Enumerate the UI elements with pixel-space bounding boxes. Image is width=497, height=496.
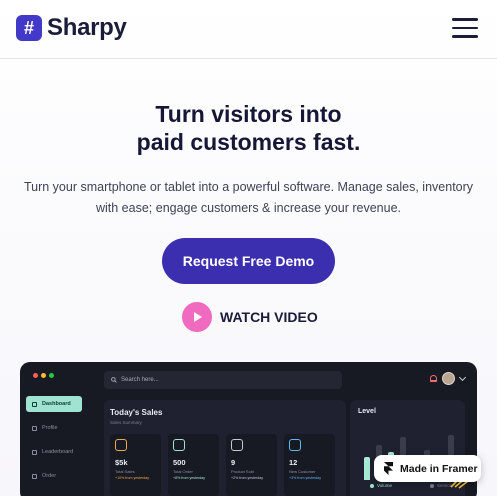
level-legend: Volume Service [370, 483, 452, 488]
sales-card: 9 Product Sold +2% from yesterday [226, 434, 277, 496]
hero-title: Turn visitors into paid customers fast. [136, 101, 361, 155]
sales-card-change: +10% from yesterday [115, 476, 150, 480]
sales-card-icon [173, 439, 185, 451]
hero-subtitle: Turn your smartphone or tablet into a po… [23, 180, 474, 215]
sales-card-value: 12 [289, 458, 298, 467]
sales-card-icon [289, 439, 301, 451]
framer-logo-icon [384, 462, 393, 475]
sidebar-item-dashboard: Dashboard [26, 396, 82, 412]
search-icon [111, 377, 117, 383]
watch-video-button[interactable]: WATCH VIDEO [182, 302, 318, 332]
chevron-down-icon [458, 373, 467, 381]
sales-card: 500 Total Order +8% from yesterday [168, 434, 219, 496]
watch-video-label: WATCH VIDEO [220, 309, 318, 325]
sales-card: 12 New Customer +3% from yesterday [284, 434, 335, 496]
badge-label: Made in Framer [400, 462, 478, 475]
sales-card-change: +2% from yesterday [231, 476, 264, 480]
sales-card-value: $5k [115, 458, 128, 467]
dashboard-user-menu [430, 372, 467, 385]
brand-name: Sharpy [47, 14, 127, 41]
logo-mark-icon: # [16, 15, 42, 41]
hamburger-menu-icon[interactable] [452, 18, 478, 38]
header-divider [0, 58, 497, 59]
sales-card-label: New Customer [289, 469, 316, 474]
bell-icon [430, 375, 437, 382]
sales-subtitle: Sales Summary [110, 420, 142, 425]
level-title: Level [358, 408, 376, 415]
sales-card-value: 9 [231, 458, 236, 467]
sales-card-label: Total Sales [115, 469, 135, 474]
play-icon [182, 302, 212, 332]
sales-card: $5k Total Sales +10% from yesterday [110, 434, 161, 496]
site-header: # Sharpy [0, 0, 497, 58]
sales-card-label: Total Order [173, 469, 193, 474]
made-in-framer-badge[interactable]: Made in Framer [374, 455, 481, 482]
sidebar-item-leaderboard: Leaderboard [26, 444, 82, 460]
window-controls [33, 373, 54, 378]
legend-volume: Volume [370, 483, 392, 488]
sales-card-label: Product Sold [231, 469, 254, 474]
sales-title: Today's Sales [110, 408, 163, 417]
sales-card-value: 500 [173, 458, 186, 467]
sidebar-item-order: Order [26, 468, 82, 484]
sales-card-icon [231, 439, 243, 451]
dashboard-search: Search here... [104, 371, 342, 389]
sales-card-change: +3% from yesterday [289, 476, 322, 480]
todays-sales-panel: Today's Sales Sales Summary $5k Total Sal… [104, 400, 346, 496]
dashboard-sidebar: Dashboard Profile Leaderboard Order [26, 396, 82, 492]
sales-card-icon [115, 439, 127, 451]
level-bar [364, 457, 370, 480]
sales-card-change: +8% from yesterday [173, 476, 206, 480]
brand-logo[interactable]: # Sharpy [16, 14, 127, 42]
sidebar-item-profile: Profile [26, 420, 82, 436]
avatar [442, 372, 455, 385]
request-demo-button[interactable]: Request Free Demo [162, 238, 335, 284]
